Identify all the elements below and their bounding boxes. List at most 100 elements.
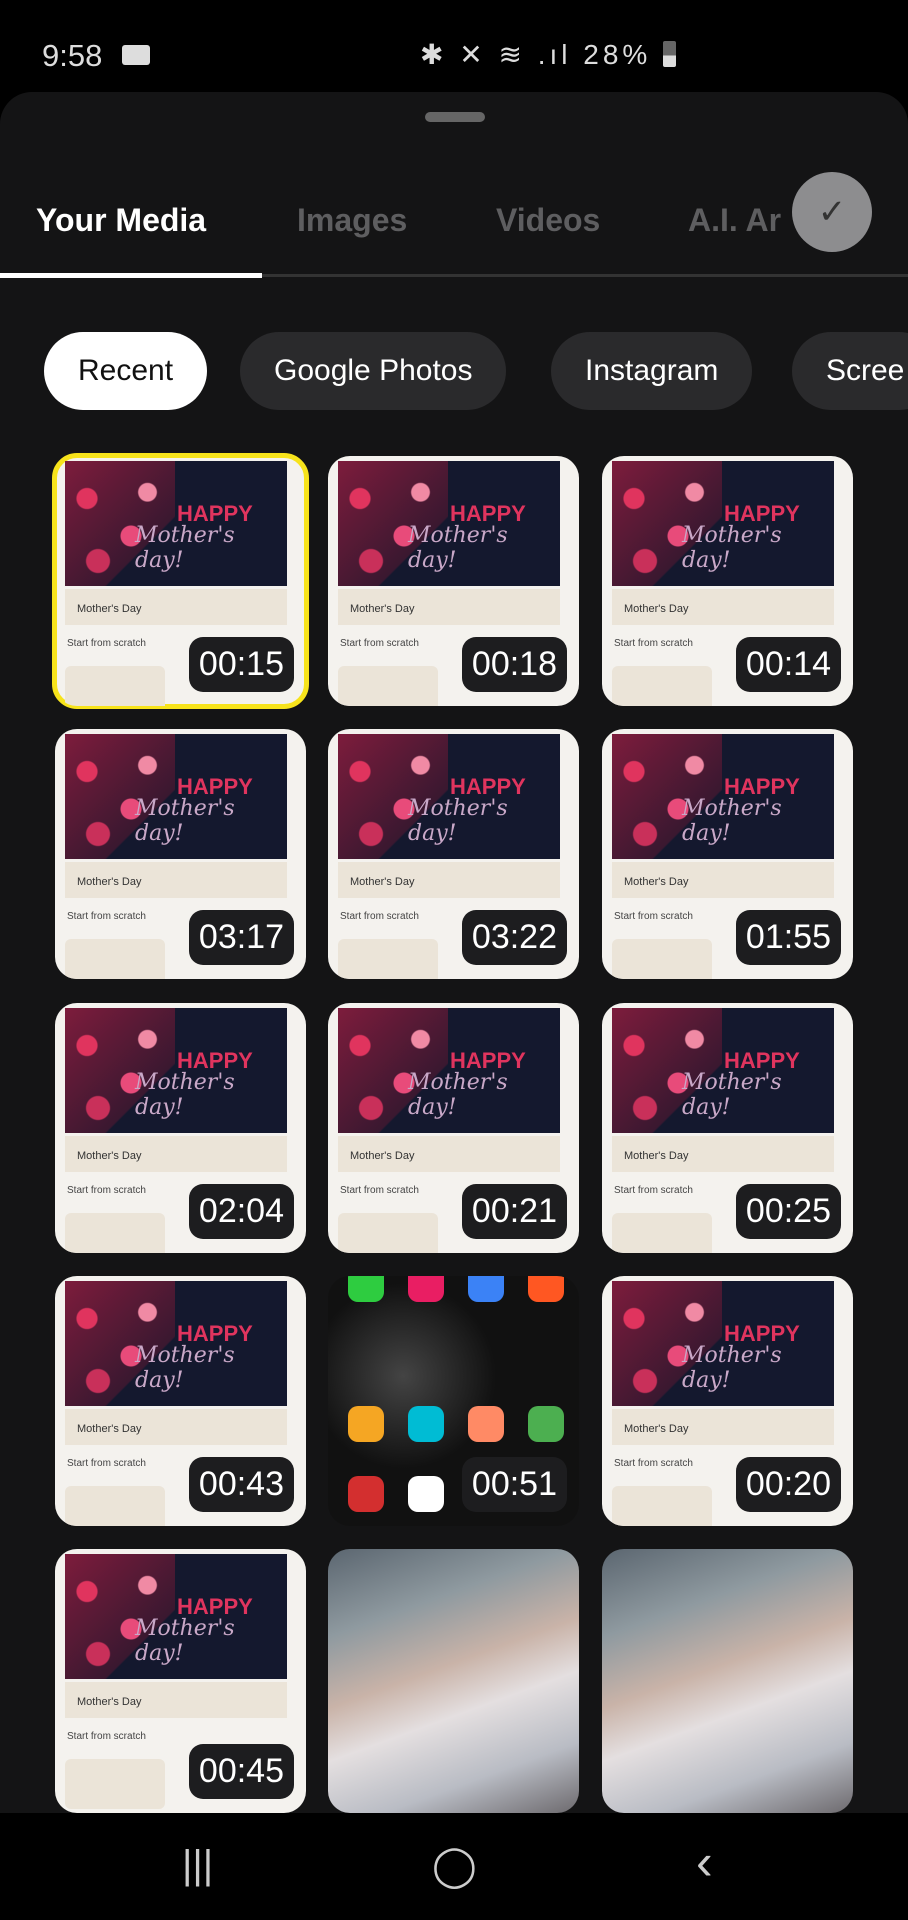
thumbnail-banner: HAPPY Mother's day!: [612, 1008, 834, 1133]
app-icon: [528, 1276, 564, 1302]
duration-badge: 00:14: [735, 637, 841, 692]
media-tile[interactable]: HAPPY Mother's day! Mother's Day Start from…: [55, 729, 306, 979]
clock: 9:58: [42, 38, 103, 73]
app-icon: [408, 1476, 444, 1512]
navigation-bar: ||| ◯ ‹: [0, 1813, 908, 1920]
duration-badge: 00:18: [461, 637, 567, 692]
app-icon: [348, 1406, 384, 1442]
thumbnail-script: Mother's day!: [682, 1343, 782, 1393]
app-icon: [348, 1276, 384, 1302]
duration-badge: 01:55: [735, 910, 841, 965]
duration-badge: 00:51: [461, 1457, 567, 1512]
media-tile[interactable]: [602, 1549, 853, 1813]
tab-your-media[interactable]: Your Media: [36, 202, 206, 239]
thumbnail-banner: HAPPY Mother's day!: [65, 1008, 287, 1133]
media-tile[interactable]: HAPPY Mother's day! Mother's Day Start from…: [328, 456, 579, 706]
battery-text: 28%: [583, 39, 652, 70]
confirm-button[interactable]: ✓: [792, 172, 872, 252]
thumbnail-card: [65, 1759, 165, 1809]
media-tile[interactable]: HAPPY Mother's day! Mother's Day Start from…: [602, 1003, 853, 1253]
media-tile[interactable]: [328, 1549, 579, 1813]
thumbnail-script: Mother's day!: [682, 1070, 782, 1120]
thumbnail-band: Mother's Day: [338, 1136, 560, 1172]
media-tile[interactable]: HAPPY Mother's day! Mother's Day Start from…: [52, 453, 309, 709]
thumbnail-banner: HAPPY Mother's day!: [612, 1281, 834, 1406]
duration-badge: 02:04: [188, 1184, 294, 1239]
media-tile[interactable]: HAPPY Mother's day! Mother's Day Start from…: [602, 456, 853, 706]
tab-ai-art[interactable]: A.I. Ar: [688, 202, 781, 239]
chip-google-photos[interactable]: Google Photos: [240, 332, 507, 410]
thumbnail-script: Mother's day!: [682, 796, 782, 846]
back-button[interactable]: ‹: [696, 1833, 713, 1891]
thumbnail-start: Start from scratch: [614, 638, 693, 649]
thumbnail-banner: HAPPY Mother's day!: [65, 461, 287, 586]
thumbnail-band: Mother's Day: [612, 862, 834, 898]
media-tile[interactable]: HAPPY Mother's day! Mother's Day Start from…: [55, 1276, 306, 1526]
thumbnail-band: Mother's Day: [338, 862, 560, 898]
thumbnail-card: [338, 666, 438, 706]
duration-badge: 00:21: [461, 1184, 567, 1239]
thumbnail-banner: HAPPY Mother's day!: [65, 1554, 287, 1679]
media-tile[interactable]: HAPPY Mother's day! Mother's Day Start from…: [55, 1003, 306, 1253]
thumbnail-banner: HAPPY Mother's day!: [338, 734, 560, 859]
thumbnail-script: Mother's day!: [135, 796, 235, 846]
media-tile[interactable]: HAPPY Mother's day! Mother's Day Start from…: [328, 1003, 579, 1253]
thumbnail-start: Start from scratch: [67, 638, 146, 649]
thumbnail-banner: HAPPY Mother's day!: [338, 1008, 560, 1133]
tab-images[interactable]: Images: [297, 202, 407, 239]
thumbnail-script: Mother's day!: [135, 1616, 235, 1666]
thumbnail-start: Start from scratch: [340, 1185, 419, 1196]
recents-button[interactable]: |||: [182, 1843, 213, 1888]
thumbnail-start: Start from scratch: [614, 1185, 693, 1196]
thumbnail-band: Mother's Day: [65, 1409, 287, 1445]
media-tile[interactable]: 00:51: [328, 1276, 579, 1526]
checkmark-icon: ✓: [817, 193, 847, 231]
thumbnail-band: Mother's Day: [612, 1136, 834, 1172]
home-button[interactable]: ◯: [432, 1843, 477, 1889]
duration-badge: 00:45: [188, 1744, 294, 1799]
app-icon: [408, 1276, 444, 1302]
thumbnail-script: Mother's day!: [135, 1070, 235, 1120]
chip-screenshots[interactable]: Scree: [792, 332, 908, 410]
media-tile[interactable]: HAPPY Mother's day! Mother's Day Start from…: [602, 729, 853, 979]
thumbnail-script: Mother's day!: [408, 1070, 508, 1120]
screen-record-icon: [122, 45, 150, 65]
thumbnail-start: Start from scratch: [340, 638, 419, 649]
duration-badge: 00:43: [188, 1457, 294, 1512]
thumbnail-card: [65, 939, 165, 979]
duration-badge: 00:20: [735, 1457, 841, 1512]
thumbnail-band: Mother's Day: [65, 862, 287, 898]
duration-badge: 00:25: [735, 1184, 841, 1239]
thumbnail-banner: HAPPY Mother's day!: [65, 734, 287, 859]
system-status-icons: ✱ ✕ ≋ .ıl: [420, 39, 572, 70]
media-tile[interactable]: HAPPY Mother's day! Mother's Day Start from…: [328, 729, 579, 979]
thumbnail-start: Start from scratch: [67, 1185, 146, 1196]
thumbnail-card: [338, 1213, 438, 1253]
status-bar: 9:58 ✱ ✕ ≋ .ıl 28%: [0, 0, 908, 92]
app-icon: [468, 1406, 504, 1442]
thumbnail-band: Mother's Day: [612, 1409, 834, 1445]
thumbnail-band: Mother's Day: [65, 1136, 287, 1172]
thumbnail-start: Start from scratch: [67, 1458, 146, 1469]
thumbnail-banner: HAPPY Mother's day!: [612, 734, 834, 859]
chip-instagram[interactable]: Instagram: [551, 332, 753, 410]
chip-recent[interactable]: Recent: [44, 332, 208, 410]
app-icon: [408, 1406, 444, 1442]
thumbnail-script: Mother's day!: [682, 523, 782, 573]
thumbnail-band: Mother's Day: [338, 589, 560, 625]
app-icon: [528, 1406, 564, 1442]
tab-videos[interactable]: Videos: [496, 202, 600, 239]
thumbnail-start: Start from scratch: [67, 1731, 146, 1742]
media-tile[interactable]: HAPPY Mother's day! Mother's Day Start from…: [602, 1276, 853, 1526]
thumbnail-card: [338, 939, 438, 979]
media-tile[interactable]: HAPPY Mother's day! Mother's Day Start from…: [55, 1549, 306, 1813]
active-tab-indicator: [0, 273, 262, 278]
thumbnail-script: Mother's day!: [135, 1343, 235, 1393]
duration-badge: 03:17: [188, 910, 294, 965]
thumbnail-script: Mother's day!: [135, 523, 235, 573]
thumbnail-band: Mother's Day: [612, 589, 834, 625]
thumbnail-card: [612, 1213, 712, 1253]
duration-badge: 03:22: [461, 910, 567, 965]
battery-icon: [663, 41, 677, 67]
drag-handle[interactable]: [425, 112, 485, 122]
